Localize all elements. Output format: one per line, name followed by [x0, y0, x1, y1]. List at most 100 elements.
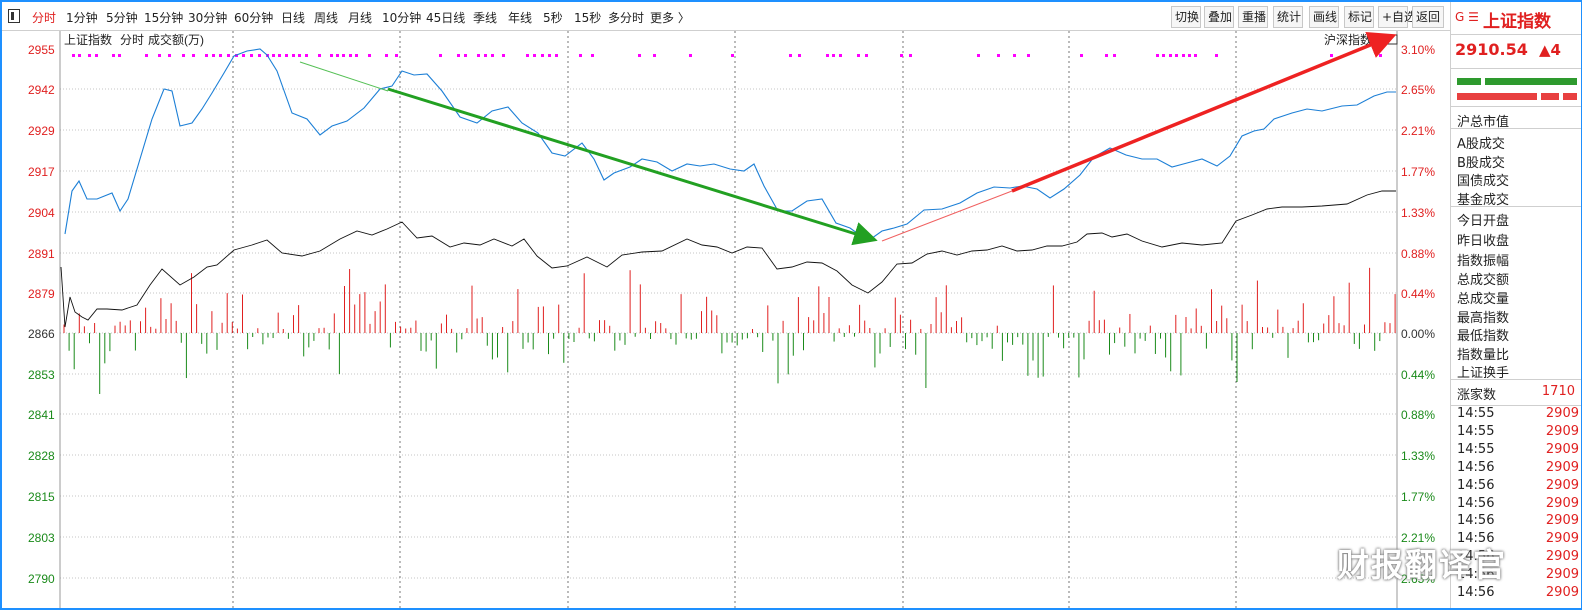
- left-tick-label: 2891: [28, 247, 55, 261]
- intraday-chart[interactable]: 上证指数 分时 成交额(万) 沪深指数 2955 3.10% 2942 2.65% 2929 2.…: [2, 31, 1448, 608]
- toolbar-button-6[interactable]: +自选: [1378, 6, 1416, 28]
- tab-period-10[interactable]: 45日线: [426, 9, 465, 26]
- uptrend-arrow: [1011, 31, 1397, 193]
- tab-period-12[interactable]: 年线: [508, 9, 532, 26]
- toolbar-button-3[interactable]: 统计: [1273, 6, 1303, 28]
- event-mark: [857, 54, 860, 57]
- tick-value: 2909: [1545, 477, 1579, 493]
- event-mark: [789, 54, 792, 57]
- right-tick-label: 0.88%: [1401, 247, 1435, 261]
- downtrend-arrow: [387, 87, 878, 246]
- quote-sidebar: G ☰ 上证指数 2910.54 ▲4 沪总市值 A股成交 B股成交 国债成交 基金成交…: [1450, 2, 1581, 608]
- event-mark: [555, 54, 558, 57]
- tick-time: 14:56: [1457, 495, 1495, 511]
- left-tick-label: 2879: [28, 287, 55, 301]
- stat-label-11: 最低指数: [1457, 329, 1510, 344]
- tick-time: 14:56: [1457, 477, 1495, 493]
- event-mark: [168, 54, 171, 57]
- event-mark: [227, 54, 230, 57]
- event-mark: [477, 54, 480, 57]
- event-mark: [355, 54, 358, 57]
- tick-value: 2909: [1545, 567, 1579, 583]
- event-mark: [731, 54, 734, 57]
- event-mark: [330, 54, 333, 57]
- event-mark: [1156, 54, 1159, 57]
- divider: [1451, 34, 1581, 35]
- tab-period-14[interactable]: 15秒: [574, 9, 601, 26]
- event-mark: [541, 54, 544, 57]
- mode-label: 分时: [120, 33, 144, 47]
- event-mark: [502, 54, 505, 57]
- watermark-text: 财报翻译官: [1337, 546, 1508, 584]
- tab-period-8[interactable]: 月线: [348, 9, 372, 26]
- event-mark: [395, 54, 398, 57]
- event-mark: [579, 54, 582, 57]
- event-mark: [205, 54, 208, 57]
- panel-toggle-icon[interactable]: [8, 9, 20, 23]
- event-mark: [591, 54, 594, 57]
- right-tick-label: 0.44%: [1401, 287, 1435, 301]
- tab-period-5[interactable]: 60分钟: [234, 9, 273, 26]
- tab-period-3[interactable]: 15分钟: [144, 9, 183, 26]
- app-window: 分时 1分钟 5分钟 15分钟 30分钟 60分钟 日线 周线 月线 10分钟 45日线 季线 年线 5秒…: [0, 0, 1582, 610]
- left-tick-label: 2790: [28, 572, 55, 586]
- toolbar-button-1[interactable]: 叠加: [1204, 6, 1234, 28]
- event-mark: [839, 54, 842, 57]
- tick-value: 2909: [1545, 459, 1579, 475]
- stat-label-6: 昨日收盘: [1457, 234, 1510, 249]
- toolbar-button-2[interactable]: 重播: [1238, 6, 1268, 28]
- left-tick-label: 2942: [28, 83, 55, 97]
- tick-value: 2909: [1545, 423, 1579, 439]
- divider: [1451, 128, 1581, 129]
- tick-time: 14:56: [1457, 459, 1495, 475]
- current-price: 2910.54: [1455, 40, 1528, 59]
- event-mark: [219, 54, 222, 57]
- event-mark: [997, 54, 1000, 57]
- event-mark: [258, 54, 261, 57]
- event-mark: [1013, 54, 1016, 57]
- tick-time: 14:55: [1457, 406, 1495, 421]
- tab-period-6[interactable]: 日线: [281, 9, 305, 26]
- price-change: ▲4: [1539, 41, 1561, 59]
- right-tick-label: 0.00%: [1401, 327, 1435, 341]
- tab-period-13[interactable]: 5秒: [543, 9, 563, 26]
- tab-period-1[interactable]: 1分钟: [66, 9, 98, 26]
- tick-value: 2909: [1545, 531, 1579, 547]
- event-mark: [385, 54, 388, 57]
- event-mark: [653, 54, 656, 57]
- event-mark: [158, 54, 161, 57]
- tab-period-7[interactable]: 周线: [314, 9, 338, 26]
- event-mark: [464, 54, 467, 57]
- event-mark: [349, 54, 352, 57]
- trend-guide-green: [299, 61, 389, 92]
- toolbar-button-4[interactable]: 画线: [1309, 6, 1339, 28]
- right-tick-label: 0.88%: [1401, 408, 1435, 422]
- left-tick-label: 2955: [28, 43, 55, 57]
- average-price-line: [60, 190, 1396, 328]
- tab-period-15[interactable]: 多分时: [608, 9, 644, 26]
- event-mark: [118, 54, 121, 57]
- event-mark: [826, 54, 829, 57]
- toolbar-button-0[interactable]: 切换: [1171, 6, 1201, 28]
- event-mark: [1027, 54, 1030, 57]
- left-tick-label: 2803: [28, 531, 55, 545]
- event-mark: [285, 54, 288, 57]
- toolbar-button-7[interactable]: 返回: [1412, 6, 1444, 28]
- tab-period-11[interactable]: 季线: [473, 9, 497, 26]
- event-mark: [72, 54, 75, 57]
- period-toolbar: 分时 1分钟 5分钟 15分钟 30分钟 60分钟 日线 周线 月线 10分钟 45日线 季线 年线 5秒…: [2, 2, 1450, 31]
- event-mark: [1188, 54, 1191, 57]
- tab-period-0[interactable]: 分时: [32, 9, 56, 26]
- toolbar-button-5[interactable]: 标记: [1344, 6, 1374, 28]
- tab-period-16[interactable]: 更多 〉: [650, 9, 690, 26]
- tab-period-9[interactable]: 10分钟: [382, 9, 421, 26]
- event-mark: [88, 54, 91, 57]
- event-mark: [1105, 54, 1108, 57]
- left-tick-label: 2815: [28, 490, 55, 504]
- right-tick-label: 1.77%: [1401, 490, 1435, 504]
- event-mark: [305, 54, 308, 57]
- event-mark: [1182, 54, 1185, 57]
- tab-period-2[interactable]: 5分钟: [106, 9, 138, 26]
- tick-value: 2909: [1545, 441, 1579, 457]
- tab-period-4[interactable]: 30分钟: [188, 9, 227, 26]
